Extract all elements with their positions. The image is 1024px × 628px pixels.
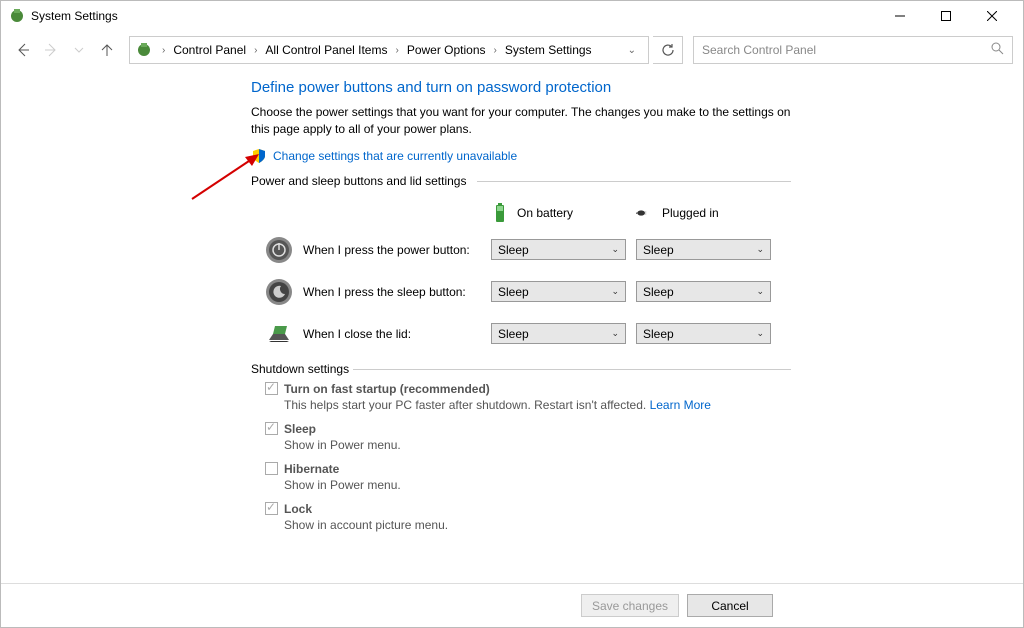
navbar: › Control Panel › All Control Panel Item…: [1, 31, 1023, 69]
window-title: System Settings: [31, 9, 118, 23]
sleep-desc: Show in Power menu.: [284, 438, 791, 452]
save-button[interactable]: Save changes: [581, 594, 679, 617]
close-lid-row: When I close the lid: Sleep ⌄ Sleep ⌄: [251, 320, 791, 348]
hibernate-desc: Show in Power menu.: [284, 478, 791, 492]
chevron-down-icon: ⌄: [756, 328, 764, 339]
lock-checkbox[interactable]: [265, 502, 278, 515]
plug-icon: [636, 202, 654, 224]
power-button-plugged-dropdown[interactable]: Sleep ⌄: [636, 239, 771, 260]
change-settings-row: Change settings that are currently unava…: [251, 148, 791, 164]
col-plugged-in: Plugged in: [636, 202, 781, 224]
page-description: Choose the power settings that you want …: [251, 104, 791, 138]
sleep-checkbox[interactable]: [265, 422, 278, 435]
column-headers: On battery Plugged in: [251, 202, 791, 224]
close-lid-label: When I close the lid:: [303, 327, 411, 341]
lock-item: Lock Show in account picture menu.: [265, 502, 791, 532]
chevron-right-icon[interactable]: ›: [250, 45, 261, 56]
chevron-down-icon: ⌄: [611, 286, 619, 297]
fast-startup-checkbox[interactable]: [265, 382, 278, 395]
refresh-button[interactable]: [653, 36, 683, 64]
breadcrumb-item[interactable]: System Settings: [503, 43, 594, 57]
up-button[interactable]: [95, 38, 119, 62]
power-button-battery-dropdown[interactable]: Sleep ⌄: [491, 239, 626, 260]
breadcrumb-item[interactable]: Control Panel: [171, 43, 248, 57]
sleep-label: Sleep: [284, 422, 316, 436]
chevron-right-icon[interactable]: ›: [391, 45, 402, 56]
page-title: Define power buttons and turn on passwor…: [251, 79, 791, 96]
power-button-icon: [265, 236, 293, 264]
minimize-button[interactable]: [877, 1, 923, 31]
change-settings-link[interactable]: Change settings that are currently unava…: [273, 149, 517, 163]
cancel-button[interactable]: Cancel: [687, 594, 773, 617]
recent-button[interactable]: [67, 38, 91, 62]
section-power-buttons: Power and sleep buttons and lid settings: [251, 174, 791, 188]
control-panel-icon: [136, 42, 152, 58]
titlebar: System Settings: [1, 1, 1023, 31]
sleep-item: Sleep Show in Power menu.: [265, 422, 791, 452]
fast-startup-label: Turn on fast startup (recommended): [284, 382, 490, 396]
breadcrumb-item[interactable]: Power Options: [405, 43, 488, 57]
address-bar[interactable]: › Control Panel › All Control Panel Item…: [129, 36, 649, 64]
close-lid-plugged-dropdown[interactable]: Sleep ⌄: [636, 323, 771, 344]
search-input[interactable]: [702, 43, 991, 57]
chevron-down-icon: ⌄: [756, 244, 764, 255]
lock-label: Lock: [284, 502, 312, 516]
section-shutdown: Shutdown settings: [251, 362, 791, 376]
fast-startup-item: Turn on fast startup (recommended) This …: [265, 382, 791, 412]
hibernate-checkbox[interactable]: [265, 462, 278, 475]
hibernate-label: Hibernate: [284, 462, 339, 476]
search-icon: [991, 42, 1004, 58]
laptop-lid-icon: [265, 320, 293, 348]
learn-more-link[interactable]: Learn More: [650, 398, 711, 412]
address-dropdown-button[interactable]: ⌄: [622, 45, 642, 56]
chevron-right-icon[interactable]: ›: [158, 45, 169, 56]
chevron-down-icon: ⌄: [611, 244, 619, 255]
forward-button[interactable]: [39, 38, 63, 62]
chevron-right-icon[interactable]: ›: [490, 45, 501, 56]
sleep-button-battery-dropdown[interactable]: Sleep ⌄: [491, 281, 626, 302]
breadcrumb-item[interactable]: All Control Panel Items: [263, 43, 389, 57]
fast-startup-desc: This helps start your PC faster after sh…: [284, 398, 791, 412]
main-content: Define power buttons and turn on passwor…: [251, 79, 791, 542]
power-button-label: When I press the power button:: [303, 243, 470, 257]
search-box[interactable]: [693, 36, 1013, 64]
shield-icon: [251, 148, 267, 164]
sleep-button-plugged-dropdown[interactable]: Sleep ⌄: [636, 281, 771, 302]
sleep-button-icon: [265, 278, 293, 306]
sleep-button-row: When I press the sleep button: Sleep ⌄ S…: [251, 278, 791, 306]
maximize-button[interactable]: [923, 1, 969, 31]
power-button-row: When I press the power button: Sleep ⌄ S…: [251, 236, 791, 264]
close-lid-battery-dropdown[interactable]: Sleep ⌄: [491, 323, 626, 344]
bottom-bar: Save changes Cancel: [1, 583, 1023, 627]
lock-desc: Show in account picture menu.: [284, 518, 791, 532]
battery-icon: [491, 202, 509, 224]
chevron-down-icon: ⌄: [756, 286, 764, 297]
close-button[interactable]: [969, 1, 1015, 31]
col-on-battery: On battery: [491, 202, 636, 224]
app-icon: [9, 8, 25, 24]
sleep-button-label: When I press the sleep button:: [303, 285, 466, 299]
back-button[interactable]: [11, 38, 35, 62]
hibernate-item: Hibernate Show in Power menu.: [265, 462, 791, 492]
chevron-down-icon: ⌄: [611, 328, 619, 339]
